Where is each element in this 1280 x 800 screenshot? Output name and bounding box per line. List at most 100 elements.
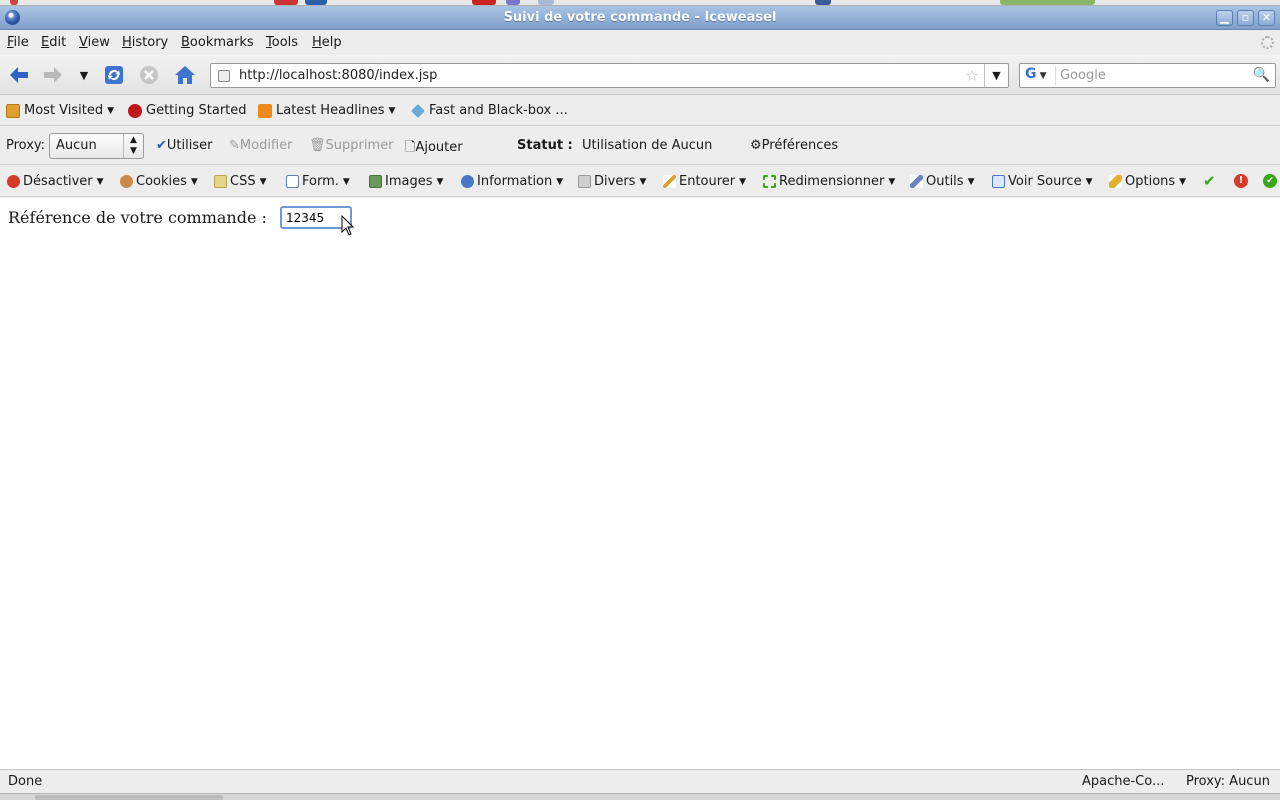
maximize-button[interactable]: ▫: [1237, 10, 1254, 26]
web-developer-toolbar: Désactiver ▼ Cookies ▼ CSS ▼ Form. ▼ Images ▼…: [0, 166, 1280, 197]
url-dropdown-button[interactable]: ▼: [984, 64, 1008, 87]
panel-icon: [305, 0, 327, 5]
css-icon: [214, 175, 227, 188]
disable-icon: [7, 175, 20, 188]
form-icon: [286, 175, 299, 188]
search-bar[interactable]: G ▼ 🔍: [1019, 63, 1276, 88]
dev-menu-information[interactable]: Information ▼: [461, 174, 563, 189]
site-identity-icon[interactable]: [218, 70, 230, 82]
back-button[interactable]: [7, 64, 31, 86]
menu-help[interactable]: Help: [312, 35, 342, 50]
proxy-select[interactable]: Aucun ▲ ▼: [49, 133, 144, 159]
mouse-pointer-icon: [341, 215, 355, 236]
menu-view[interactable]: View: [79, 35, 110, 50]
status-bar: Done Apache-Co... Proxy: Aucun: [0, 769, 1280, 793]
modify-proxy-button[interactable]: ✎Modifier: [229, 138, 292, 153]
trash-icon: 🗑: [309, 138, 326, 153]
minimize-button[interactable]: ▁: [1216, 10, 1233, 26]
pencil-icon: ✎: [229, 138, 240, 153]
key-icon: [1109, 175, 1122, 188]
taskbar-window-button[interactable]: [35, 795, 223, 800]
dev-menu-disable[interactable]: Désactiver ▼: [7, 174, 104, 189]
menu-tools[interactable]: Tools: [266, 35, 298, 50]
image-icon: [369, 175, 382, 188]
css-validation-button[interactable]: ✔: [1263, 174, 1277, 188]
view-source-icon: [992, 175, 1005, 188]
menu-edit[interactable]: Edit: [41, 35, 66, 50]
bookmark-fast-black-box[interactable]: Fast and Black-box ...: [411, 103, 568, 118]
delete-proxy-button[interactable]: 🗑Supprimer: [309, 138, 393, 153]
dev-menu-misc[interactable]: Divers ▼: [578, 174, 646, 189]
back-arrow-icon: [10, 67, 28, 83]
bookmark-most-visited[interactable]: Most Visited ▼: [6, 103, 114, 118]
bookmark-star-icon[interactable]: ☆: [965, 66, 979, 85]
panel-icon: [1000, 0, 1095, 5]
dev-menu-options[interactable]: Options ▼: [1109, 174, 1186, 189]
stop-button[interactable]: [137, 64, 161, 86]
folder-icon: [6, 103, 20, 118]
error-console-button[interactable]: !: [1234, 174, 1248, 188]
bookmark-latest-headlines[interactable]: Latest Headlines ▼: [258, 103, 395, 118]
dev-menu-cookies[interactable]: Cookies ▼: [120, 174, 198, 189]
dev-menu-view-source[interactable]: Voir Source ▼: [992, 174, 1093, 189]
window-titlebar[interactable]: Suivi de votre commande - Iceweasel ▁ ▫ …: [0, 6, 1280, 30]
panel-icon: [506, 0, 520, 5]
dev-menu-css[interactable]: CSS ▼: [214, 174, 267, 189]
menu-file[interactable]: File: [7, 35, 29, 50]
dev-menu-forms[interactable]: Form. ▼: [286, 174, 350, 189]
status-apache-addon[interactable]: Apache-Co...: [1082, 774, 1164, 789]
stop-icon: [140, 66, 158, 84]
forward-button[interactable]: [41, 64, 65, 86]
panel-icon: [274, 0, 298, 5]
window-title: Suivi de votre commande - Iceweasel: [503, 10, 777, 25]
error-icon: !: [1234, 174, 1248, 188]
panel-icon: [538, 0, 554, 5]
status-proxy[interactable]: Proxy: Aucun: [1186, 774, 1270, 789]
box-icon: [578, 175, 591, 188]
checkmark-icon: ✔: [156, 138, 167, 153]
proxy-status-label: Statut :: [517, 138, 573, 153]
pencil-icon: [663, 175, 676, 188]
dev-menu-resize[interactable]: Redimensionner ▼: [763, 174, 895, 189]
panel-icon: [815, 0, 831, 5]
resize-icon: [763, 175, 776, 188]
url-bar[interactable]: ☆ ▼: [210, 63, 1009, 88]
proxy-label: Proxy:: [6, 138, 46, 153]
home-icon: [175, 66, 195, 84]
use-proxy-button[interactable]: ✔Utiliser: [156, 138, 212, 153]
document-icon: 🗋: [405, 140, 416, 155]
cookie-user-icon: [120, 175, 133, 188]
menubar: File Edit View History Bookmarks Tools H…: [0, 31, 1280, 54]
diamond-icon: [411, 103, 425, 118]
order-reference-label: Référence de votre commande :: [8, 208, 267, 227]
gear-icon: ⚙: [750, 138, 762, 153]
chevron-down-icon: ▼: [79, 68, 89, 82]
search-icon[interactable]: 🔍: [1253, 67, 1270, 83]
add-proxy-button[interactable]: 🗋Ajouter: [405, 138, 463, 160]
dev-menu-images[interactable]: Images ▼: [369, 174, 443, 189]
wrench-icon: [910, 175, 923, 188]
chevron-down-icon: ▼: [107, 105, 115, 116]
proxy-preferences-button[interactable]: ⚙Préférences: [750, 138, 838, 153]
menu-history[interactable]: History: [122, 35, 168, 50]
close-button[interactable]: ✕: [1258, 10, 1275, 26]
page-content: Référence de votre commande :: [0, 198, 1280, 769]
search-input[interactable]: [1060, 67, 1250, 84]
chevron-down-icon: ▼: [388, 105, 396, 116]
info-icon: [461, 175, 474, 188]
status-text: Done: [8, 774, 43, 789]
navigation-toolbar: ▼ ☆ ▼ G ▼ 🔍: [0, 55, 1280, 95]
validation-ok-icon[interactable]: ✔: [1203, 172, 1216, 190]
menu-bookmarks[interactable]: Bookmarks: [181, 35, 254, 50]
panel-icon: [472, 0, 496, 5]
dev-menu-outline[interactable]: Entourer ▼: [663, 174, 746, 189]
proxy-status-value: Utilisation de Aucun: [582, 138, 713, 153]
home-button[interactable]: [173, 64, 197, 86]
history-dropdown-button[interactable]: ▼: [72, 64, 96, 86]
url-input[interactable]: [239, 67, 939, 84]
search-engine-button[interactable]: G ▼: [1022, 66, 1056, 85]
proxy-toolbar: Proxy: Aucun ▲ ▼ ✔Utiliser ✎Modifier 🗑Sup…: [0, 127, 1280, 165]
dev-menu-tools[interactable]: Outils ▼: [910, 174, 975, 189]
reload-button[interactable]: [102, 64, 126, 86]
bookmark-getting-started[interactable]: Getting Started: [128, 103, 247, 118]
